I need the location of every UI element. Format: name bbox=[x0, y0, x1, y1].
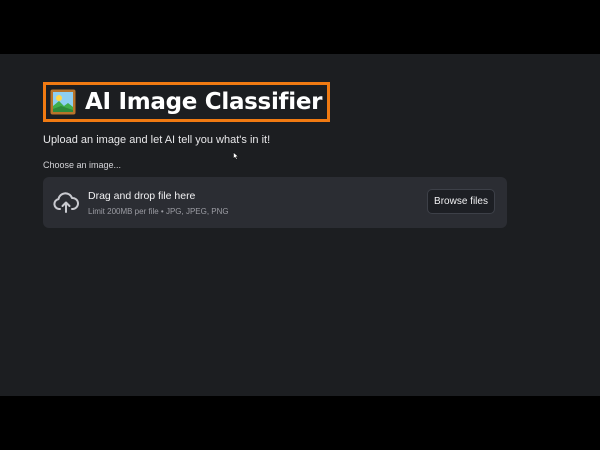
browse-files-button[interactable]: Browse files bbox=[427, 189, 495, 214]
page-subtitle: Upload an image and let AI tell you what… bbox=[43, 134, 271, 146]
mouse-pointer-icon bbox=[233, 152, 239, 160]
cloud-upload-icon bbox=[53, 192, 79, 213]
page-title-highlight: AI Image Classifier bbox=[43, 82, 331, 122]
framed-picture-icon bbox=[50, 89, 76, 115]
dropzone-instructions: Drag and drop file here bbox=[88, 190, 196, 202]
file-uploader-label: Choose an image... bbox=[43, 160, 122, 170]
app-main: AI Image Classifier Upload an image and … bbox=[0, 54, 600, 396]
file-dropzone[interactable]: Drag and drop file here Limit 200MB per … bbox=[43, 177, 507, 228]
dropzone-limit-hint: Limit 200MB per file • JPG, JPEG, PNG bbox=[88, 207, 229, 216]
page-title: AI Image Classifier bbox=[85, 89, 323, 115]
